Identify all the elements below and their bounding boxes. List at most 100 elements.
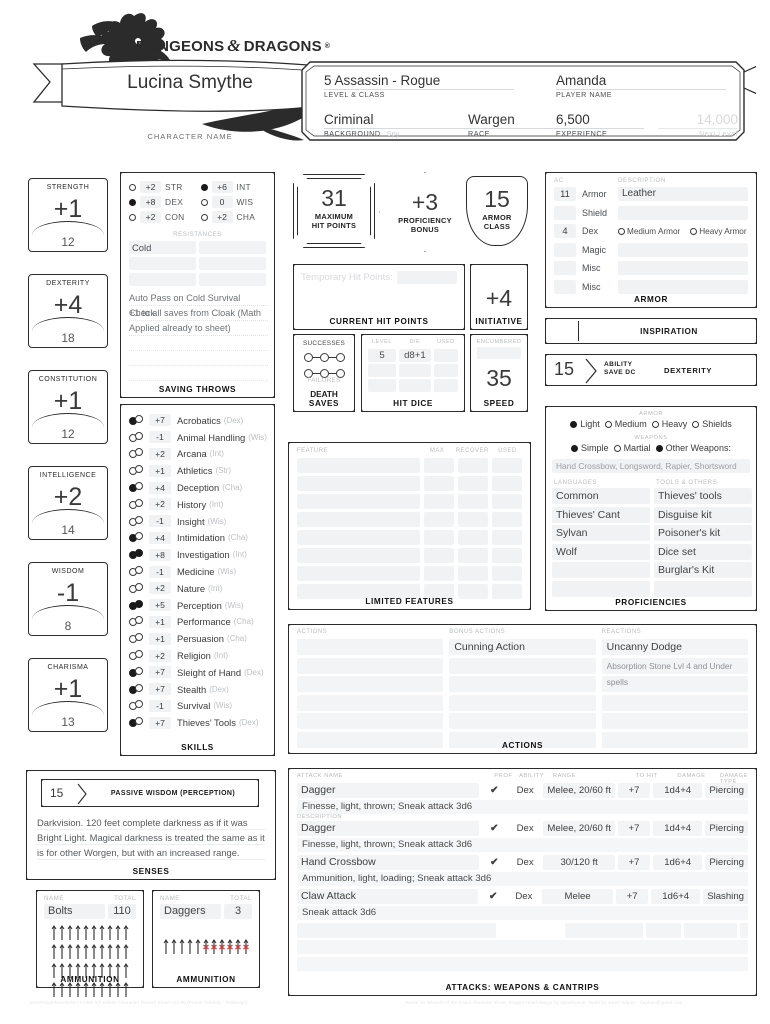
skill-proficiency-dots[interactable] — [129, 599, 149, 611]
expertise-dot-icon[interactable] — [135, 582, 143, 591]
attack-row[interactable]: Hand Crossbow ✔ Dex 30/120 ft +7 1d6+4 Piercin… — [297, 855, 748, 870]
passive-wisdom-box[interactable]: 15 PASSIVE WISDOM (PERCEPTION) — [41, 779, 259, 807]
skill-proficiency-dots[interactable] — [129, 431, 149, 443]
tool-cell[interactable]: Poisoner's kit — [654, 525, 752, 541]
armor-type-options[interactable]: Medium Armor Heavy Armor — [618, 227, 748, 236]
tool-cell[interactable]: Disguise kit — [654, 506, 752, 523]
skill-thieves-tools[interactable]: +7 Thieves' Tools (Dex) — [129, 714, 271, 731]
saving-throw-note[interactable] — [129, 351, 268, 366]
skill-nature[interactable]: +2 Nature (Int) — [129, 580, 271, 597]
attack-range[interactable]: Melee, 20/60 ft — [543, 821, 615, 836]
medium-armor-radio-icon[interactable] — [618, 227, 625, 235]
attack-range[interactable] — [564, 923, 643, 938]
attack-prof[interactable]: ✔ — [481, 889, 506, 904]
initiative-panel[interactable]: +4 INITIATIVE — [470, 264, 528, 330]
proficiency-dot-icon[interactable] — [129, 213, 136, 221]
skill-investigation[interactable]: +8 Investigation (Int) — [129, 546, 271, 563]
expertise-dot-icon[interactable] — [135, 431, 143, 440]
skill-proficiency-dots[interactable] — [129, 666, 149, 678]
attack-to-hit[interactable]: +7 — [617, 783, 651, 798]
expertise-dot-icon[interactable] — [135, 515, 143, 524]
armor-ac-value[interactable] — [554, 261, 576, 275]
skill-athletics[interactable]: +1 Athletics (Str) — [129, 462, 271, 479]
limited-feature-max[interactable] — [424, 548, 455, 563]
armor-description[interactable] — [618, 205, 748, 220]
expertise-dot-icon[interactable] — [135, 566, 143, 575]
skill-proficiency-dots[interactable] — [129, 549, 149, 560]
armor-proficiency-options[interactable]: Light Medium Heavy Shields — [552, 419, 750, 429]
saving-throw-note[interactable]: +1 to all saves from Cloak (Math — [129, 306, 268, 321]
attack-prof[interactable] — [499, 923, 526, 938]
action-cell[interactable] — [297, 713, 444, 729]
skill-intimidation[interactable]: +4 Intimidation (Cha) — [129, 530, 271, 547]
skill-proficiency-dots[interactable] — [129, 683, 149, 695]
armor-description[interactable]: Leather — [618, 187, 748, 201]
tool-cell[interactable]: Dice set — [654, 543, 752, 560]
attack-damage[interactable]: 1d6+4 — [653, 855, 703, 870]
armor-prof-shields[interactable]: Shields — [692, 419, 732, 429]
proficiency-dot-icon[interactable] — [129, 198, 136, 206]
ability-strength[interactable]: STRENGTH +1 12 — [28, 178, 108, 252]
weapon-prof-simple[interactable]: Simple — [571, 443, 609, 453]
hit-dice-die[interactable] — [399, 364, 431, 377]
resistance-cell[interactable] — [199, 241, 266, 254]
armor-ac-value[interactable] — [554, 205, 576, 220]
ability-score[interactable]: 8 — [29, 619, 107, 633]
attack-damage[interactable]: 1d4+4 — [653, 783, 703, 798]
limited-feature-max[interactable] — [424, 458, 455, 473]
hit-dice-used[interactable] — [433, 364, 458, 377]
armor-ac-value[interactable] — [554, 242, 576, 257]
ammo-name-value[interactable]: Daggers — [160, 904, 221, 919]
limited-feature-feature[interactable] — [297, 494, 421, 509]
save-dc-panel[interactable]: 15 ABILITY SAVE DC DEXTERITY — [545, 354, 757, 386]
background-value[interactable]: Criminal — [324, 112, 474, 127]
skill-proficiency-dots[interactable] — [129, 414, 149, 426]
armor-row-misc[interactable]: Misc — [554, 260, 748, 276]
saving-throw-con[interactable]: +2 CON — [129, 211, 197, 223]
limited-feature-max[interactable] — [424, 530, 455, 545]
action-cell[interactable] — [297, 657, 444, 674]
character-name-value[interactable]: Lucina Smythe — [60, 72, 320, 94]
armor-description[interactable] — [618, 261, 748, 275]
radio-icon[interactable] — [651, 420, 659, 428]
limited-feature-used[interactable] — [492, 530, 522, 545]
ability-charisma[interactable]: CHARISMA +1 13 — [28, 658, 108, 732]
skill-insight[interactable]: -1 Insight (Wis) — [129, 513, 271, 530]
skill-proficiency-dots[interactable] — [129, 566, 149, 577]
ability-score[interactable]: 12 — [29, 427, 107, 441]
senses-note[interactable]: Darkvision. 120 feet complete darkness a… — [37, 815, 265, 830]
proficiency-dot-icon[interactable] — [129, 183, 136, 191]
attack-ability[interactable]: Dex — [509, 889, 539, 904]
expertise-dot-icon[interactable] — [135, 465, 143, 474]
attack-ability[interactable] — [529, 923, 562, 938]
attack-row[interactable]: Dagger ✔ Dex Melee, 20/60 ft +7 1d4+4 Piercing — [297, 783, 748, 798]
attack-row[interactable] — [297, 923, 748, 938]
armor-row-magic[interactable]: Magic — [554, 242, 748, 258]
level-class-value[interactable]: 5 Assassin - Rogue — [324, 73, 514, 88]
resistance-cell[interactable] — [199, 257, 266, 270]
ability-intelligence[interactable]: INTELLIGENCE +2 14 — [28, 466, 108, 540]
death-saves-panel[interactable]: SUCCESSES FAILURES DEATH SAVES — [293, 334, 355, 412]
saving-throw-note[interactable] — [129, 366, 268, 381]
skill-animal-handling[interactable]: -1 Animal Handling (Wis) — [129, 429, 271, 446]
skill-proficiency-dots[interactable] — [129, 616, 149, 627]
hit-dice-level[interactable]: 5 — [368, 349, 396, 362]
experience-value[interactable]: 6,500 — [556, 112, 644, 127]
radio-icon[interactable] — [571, 444, 579, 452]
action-cell[interactable] — [297, 676, 444, 692]
proficiency-dot-icon[interactable] — [200, 183, 208, 191]
saving-throw-wis[interactable]: 0 WIS — [200, 196, 269, 208]
attack-ability[interactable]: Dex — [510, 783, 540, 798]
attack-row[interactable]: Dagger ✔ Dex Melee, 20/60 ft +7 1d4+4 Piercing — [297, 821, 748, 836]
proficiency-bonus-box[interactable]: +3 PROFICIENCY BONUS — [379, 172, 471, 252]
attack-description[interactable]: Finesse, light, thrown; Sneak attack 3d6 — [297, 800, 748, 814]
expertise-dot-icon[interactable] — [135, 498, 143, 507]
skill-religion[interactable]: +2 Religion (Int) — [129, 647, 271, 664]
skill-proficiency-dots[interactable] — [129, 650, 149, 661]
attack-ability[interactable]: Dex — [510, 855, 540, 870]
radio-icon[interactable] — [570, 420, 578, 428]
armor-prof-medium[interactable]: Medium — [604, 419, 647, 429]
proficiency-dot-icon[interactable] — [200, 213, 208, 221]
limited-feature-recover[interactable] — [458, 458, 489, 473]
weapon-prof-other-weapons-[interactable]: Other Weapons: — [655, 443, 731, 453]
